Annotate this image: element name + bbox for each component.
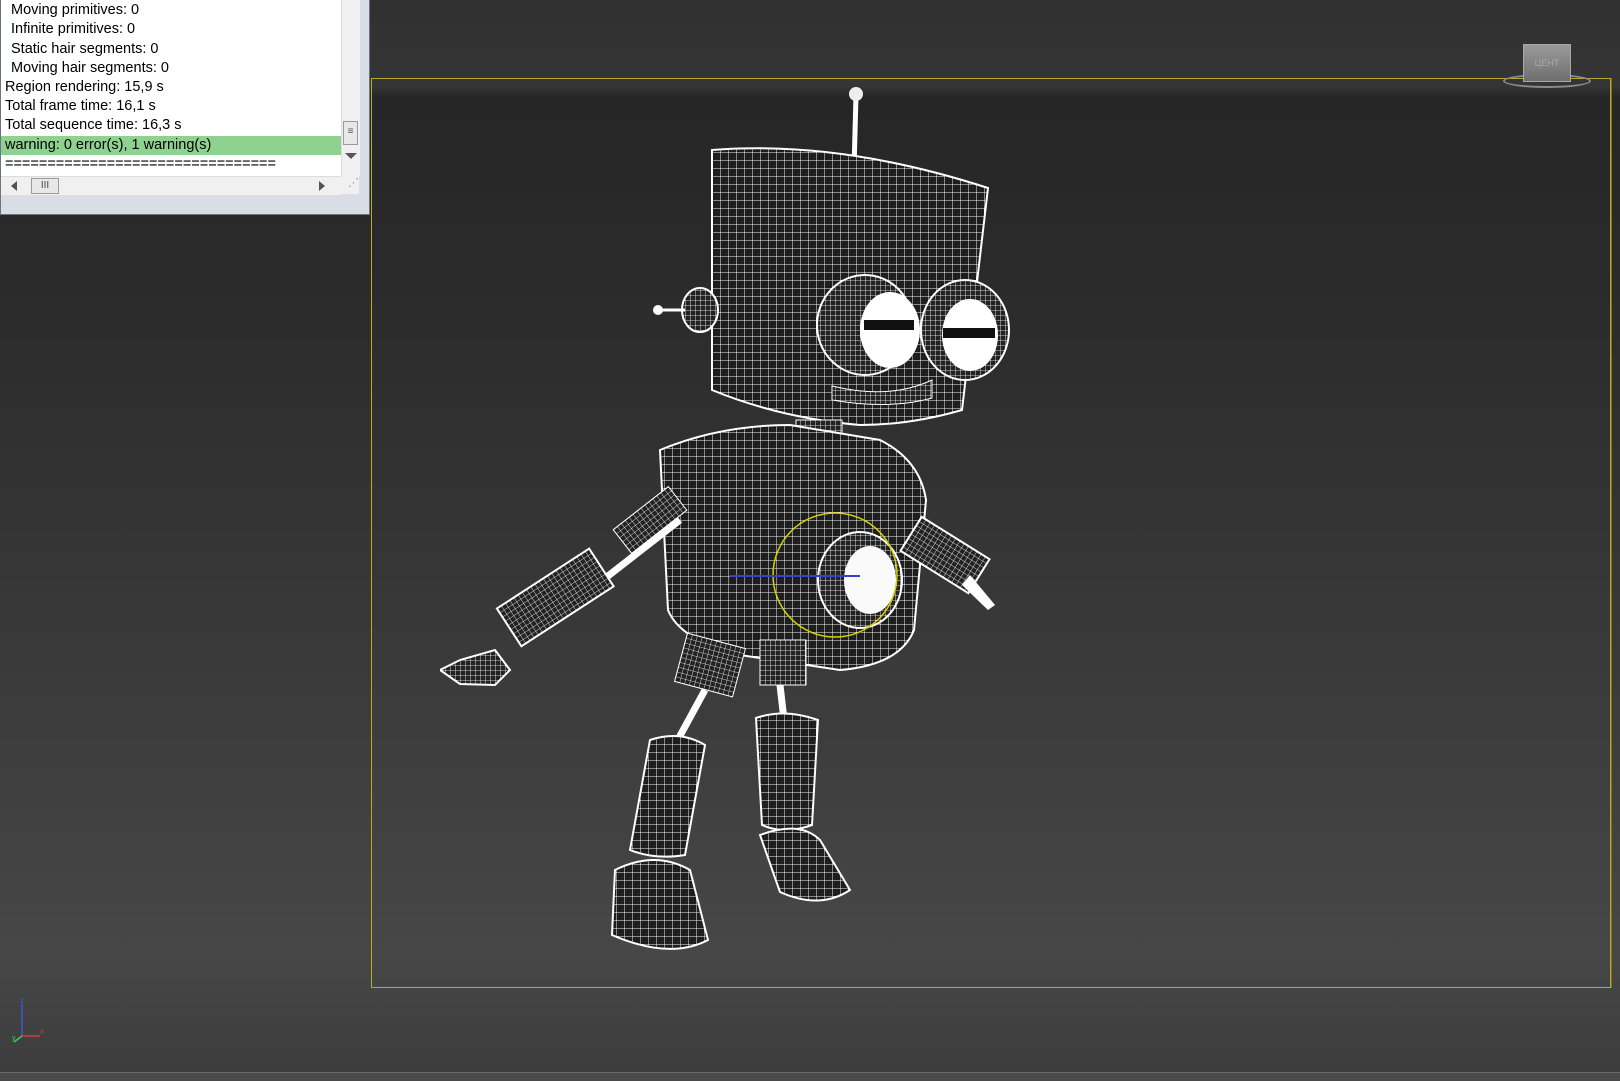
viewcube-label: ЦЕНТ [1534, 58, 1560, 68]
scroll-down-arrow-icon[interactable] [345, 153, 357, 159]
viewcube[interactable]: ЦЕНТ [1523, 44, 1571, 82]
robot-wireframe-model[interactable] [440, 80, 1040, 990]
horizontal-scroll-thumb[interactable]: III [31, 178, 59, 194]
axis-y-label: y [12, 1035, 16, 1042]
vertical-scroll-thumb[interactable]: ≡ [343, 121, 358, 145]
log-warning-line: warning: 0 error(s), 1 warning(s) [1, 135, 341, 155]
log-line: Total sequence time: 16,3 s [5, 117, 182, 134]
log-line: Moving primitives: 0 [11, 2, 140, 19]
frame-edge-line [1611, 78, 1612, 988]
scroll-right-arrow-icon[interactable] [319, 181, 325, 191]
axis-x-label: x [40, 1027, 44, 1036]
log-line: Moving hair segments: 0 [11, 59, 169, 76]
log-text-area[interactable]: Static primitives: 0Moving primitives: 0… [1, 0, 341, 176]
scroll-left-arrow-icon[interactable] [11, 181, 17, 191]
resize-grip-icon[interactable]: ⋰ [341, 176, 359, 194]
axis-z-label: z [20, 996, 24, 1005]
log-horizontal-scrollbar[interactable]: III [1, 176, 341, 195]
render-log-window[interactable]: Static primitives: 0Moving primitives: 0… [0, 0, 370, 215]
log-line: Region rendering: 15,9 s [5, 78, 164, 95]
log-lines: Static primitives: 0Moving primitives: 0… [1, 0, 341, 174]
log-line: ================================ [5, 155, 276, 172]
log-line: Total frame time: 16,1 s [5, 98, 156, 115]
log-vertical-scrollbar[interactable]: ≡ [341, 0, 360, 176]
axis-tripod-icon: z x y [12, 996, 44, 1043]
log-line: Infinite primitives: 0 [11, 21, 136, 38]
log-line: Static hair segments: 0 [11, 40, 159, 57]
